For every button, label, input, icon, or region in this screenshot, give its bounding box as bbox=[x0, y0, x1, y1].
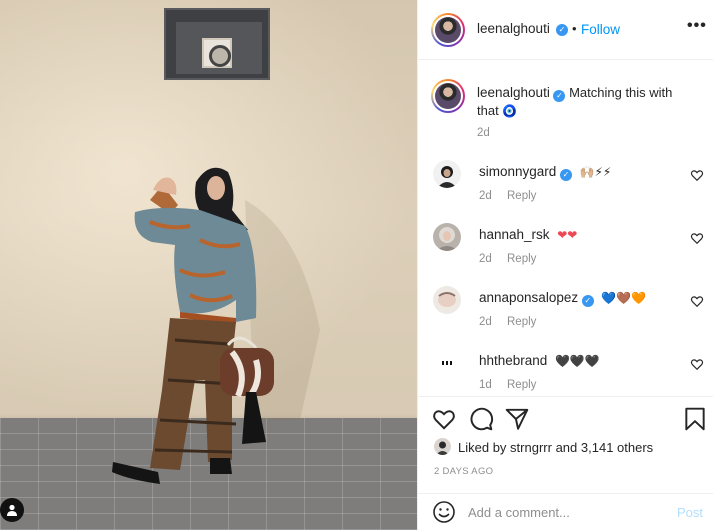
comment-time[interactable]: 2d bbox=[479, 253, 492, 265]
reply-button[interactable]: Reply bbox=[507, 379, 536, 391]
comment-item: hhthebrand 🖤🖤🖤 1d Reply bbox=[431, 349, 711, 396]
add-comment-bar: Post bbox=[418, 493, 713, 530]
caption-avatar[interactable] bbox=[431, 79, 465, 113]
verified-badge-icon: ✓ bbox=[556, 24, 568, 36]
heart-icon[interactable] bbox=[690, 231, 704, 245]
commenter-username[interactable]: hannah_rsk bbox=[479, 227, 550, 242]
follow-button[interactable]: Follow bbox=[581, 22, 620, 37]
reply-button[interactable]: Reply bbox=[507, 316, 536, 328]
comment-time[interactable]: 2d bbox=[479, 190, 492, 202]
comment-text: 🖤🖤🖤 bbox=[554, 354, 600, 368]
caption-time[interactable]: 2d bbox=[477, 127, 490, 139]
commenter-avatar[interactable] bbox=[433, 160, 461, 188]
account-icon[interactable] bbox=[0, 498, 24, 522]
heart-icon[interactable] bbox=[690, 357, 704, 371]
caption-username[interactable]: leenalghouti bbox=[477, 85, 550, 100]
comment-bubble-icon[interactable] bbox=[468, 406, 494, 432]
commenter-avatar[interactable] bbox=[433, 349, 461, 377]
reply-button[interactable]: Reply bbox=[507, 253, 536, 265]
commenter-username[interactable]: simonnygard bbox=[479, 164, 556, 179]
verified-badge-icon: ✓ bbox=[581, 295, 594, 307]
bookmark-icon[interactable] bbox=[682, 406, 708, 432]
comment-text: 🙌🏼⚡⚡ bbox=[579, 165, 612, 179]
paper-plane-icon[interactable] bbox=[504, 406, 530, 432]
header-separator: • bbox=[572, 21, 577, 36]
heart-icon[interactable] bbox=[431, 406, 457, 432]
reply-button[interactable]: Reply bbox=[507, 190, 536, 202]
liker-avatar[interactable] bbox=[434, 438, 451, 455]
comment-item: hannah_rsk ❤❤ 2d Reply bbox=[431, 223, 711, 283]
post-header: leenalghouti ✓ • Follow ••• bbox=[418, 0, 713, 60]
comment-time[interactable]: 1d bbox=[479, 379, 492, 391]
comment-text: 💙🤎🧡 bbox=[601, 291, 647, 305]
comment-item: annaponsalopez ✓ 💙🤎🧡 2d Reply bbox=[431, 286, 711, 346]
likes-prefix: Liked by bbox=[458, 440, 507, 455]
verified-badge-icon: ✓ bbox=[559, 169, 572, 181]
profile-avatar-icon bbox=[435, 17, 461, 43]
commenter-username[interactable]: annaponsalopez bbox=[479, 290, 578, 305]
caption-text: leenalghouti ✓ Matching this with that 🧿 bbox=[477, 84, 697, 120]
post-photo[interactable] bbox=[0, 0, 417, 530]
more-options-icon[interactable]: ••• bbox=[687, 17, 707, 35]
heart-icon[interactable] bbox=[690, 168, 704, 182]
author-username[interactable]: leenalghouti bbox=[477, 21, 550, 36]
liker-username[interactable]: strngrrr bbox=[510, 440, 552, 455]
post-date[interactable]: 2 DAYS AGO bbox=[434, 466, 493, 477]
comment-text: ❤❤ bbox=[557, 228, 578, 242]
commenter-avatar[interactable] bbox=[433, 223, 461, 251]
verified-badge-icon: ✓ bbox=[553, 90, 566, 102]
commenter-avatar[interactable] bbox=[433, 286, 461, 314]
author-avatar[interactable] bbox=[431, 13, 465, 47]
profile-avatar-icon bbox=[435, 83, 461, 109]
heart-icon[interactable] bbox=[690, 294, 704, 308]
comments-list[interactable]: leenalghouti ✓ Matching this with that 🧿… bbox=[418, 60, 713, 396]
post-actions: Liked by strngrrr and 3,141 others 2 DAY… bbox=[418, 396, 713, 496]
comment-item: simonnygard ✓ 🙌🏼⚡⚡ 2d Reply bbox=[431, 160, 711, 220]
post-details-panel: leenalghouti ✓ • Follow ••• leenalghouti… bbox=[417, 0, 713, 530]
likes-others[interactable]: 3,141 others bbox=[581, 440, 653, 455]
person-figure bbox=[112, 167, 320, 484]
post-comment-button[interactable]: Post bbox=[677, 505, 703, 520]
comment-time[interactable]: 2d bbox=[479, 316, 492, 328]
smiley-icon[interactable] bbox=[432, 500, 456, 524]
nazar-emoji: 🧿 bbox=[502, 104, 518, 118]
comment-input[interactable] bbox=[468, 502, 668, 522]
commenter-username[interactable]: hhthebrand bbox=[479, 353, 547, 368]
likes-joiner: and bbox=[555, 440, 578, 455]
